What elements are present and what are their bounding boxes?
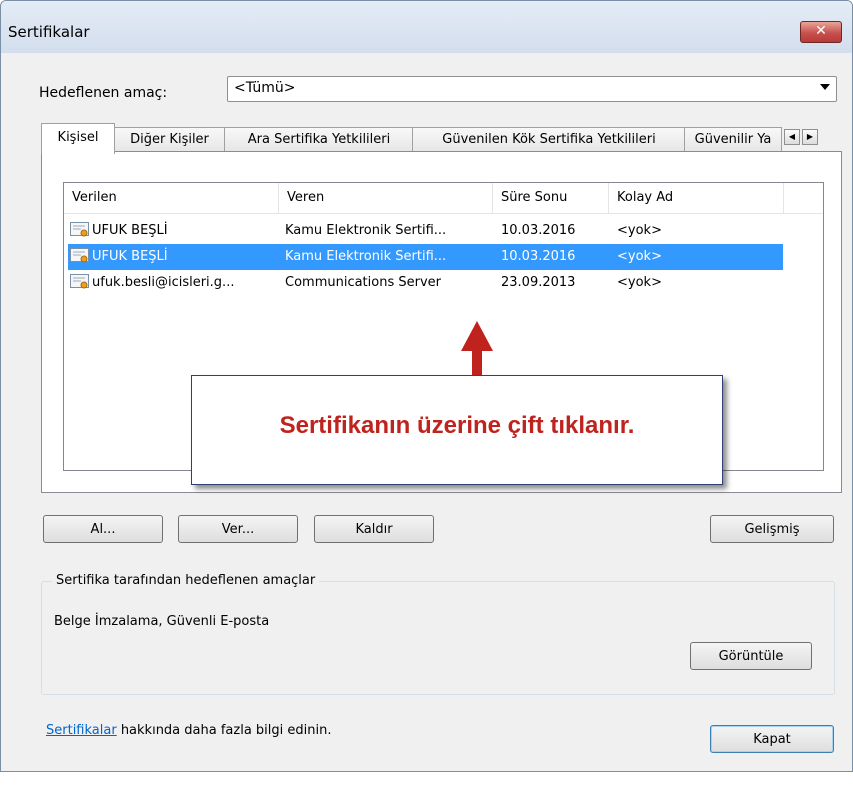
table-row[interactable]: ufuk.besli@icisleri.g... Communications …: [68, 270, 783, 296]
intended-purpose-label: Hedeflenen amaç:: [39, 85, 168, 101]
cell-issued-to: ufuk.besli@icisleri.g...: [92, 275, 235, 290]
intended-purposes-group: Sertifika tarafından hedeflenen amaçlar …: [41, 573, 835, 695]
close-window-button[interactable]: ✕: [800, 21, 842, 43]
cell-issued-to: UFUK BEŞLİ: [92, 223, 168, 238]
callout-text: Sertifikanın üzerine çift tıklanır.: [279, 412, 635, 439]
cell-issued-by: Communications Server: [285, 275, 441, 290]
column-header-issued-by[interactable]: Veren: [279, 183, 493, 213]
import-button[interactable]: Al...: [43, 515, 163, 543]
cell-friendly-name: <yok>: [617, 223, 662, 238]
intended-purpose-select[interactable]: <Tümü>: [227, 76, 837, 102]
dialog-client: Hedeflenen amaç: <Tümü> Kişisel Diğer Ki…: [1, 53, 852, 771]
remove-button[interactable]: Kaldır: [314, 515, 434, 543]
cell-issued-to: UFUK BEŞLİ: [92, 249, 168, 264]
certificates-window: Sertifikalar ✕ Hedeflenen amaç: <Tümü> K…: [0, 0, 853, 772]
tab-trusted-root-cas[interactable]: Güvenilen Kök Sertifika Yetkilileri: [412, 127, 686, 152]
certificate-icon: [70, 222, 89, 237]
table-row-selected[interactable]: UFUK BEŞLİ Kamu Elektronik Sertifi... 10…: [68, 244, 783, 270]
cell-friendly-name: <yok>: [617, 275, 662, 290]
advanced-button[interactable]: Gelişmiş: [710, 515, 834, 543]
list-header: Verilen Veren Süre Sonu Kolay Ad: [64, 183, 823, 214]
tab-personal[interactable]: Kişisel: [41, 123, 115, 154]
table-row[interactable]: UFUK BEŞLİ Kamu Elektronik Sertifi... 10…: [68, 218, 783, 244]
cell-friendly-name: <yok>: [617, 249, 662, 264]
intended-purposes-value: Belge İmzalama, Güvenli E-posta: [54, 614, 270, 629]
column-header-expiration[interactable]: Süre Sonu: [493, 183, 609, 213]
close-button[interactable]: Kapat: [710, 725, 834, 753]
column-header-issued-to[interactable]: Verilen: [64, 183, 279, 213]
arrow-left-icon: ◀: [788, 132, 796, 141]
cell-issued-by: Kamu Elektronik Sertifi...: [285, 249, 447, 264]
close-icon: ✕: [815, 23, 827, 39]
tab-trusted-publishers[interactable]: Güvenilir Ya: [684, 127, 782, 152]
cell-expiration: 10.03.2016: [501, 249, 576, 264]
chevron-down-icon: [820, 84, 830, 90]
title-bar: Sertifikalar ✕: [1, 1, 852, 53]
annotation-callout: Sertifikanın üzerine çift tıklanır.: [191, 375, 723, 485]
tab-scroll-right-button[interactable]: ▶: [802, 129, 818, 145]
tab-intermediate-cas[interactable]: Ara Sertifika Yetkilileri: [224, 127, 414, 152]
certificate-icon: [70, 274, 89, 289]
learn-more-suffix: hakkında daha fazla bilgi edinin.: [116, 723, 332, 738]
learn-more-text: Sertifikalar hakkında daha fazla bilgi e…: [46, 723, 331, 738]
view-button[interactable]: Görüntüle: [690, 642, 812, 670]
arrow-right-icon: ▶: [806, 132, 814, 141]
window-title: Sertifikalar: [8, 23, 90, 41]
cell-issued-by: Kamu Elektronik Sertifi...: [285, 223, 447, 238]
cell-expiration: 10.03.2016: [501, 223, 576, 238]
cell-expiration: 23.09.2013: [501, 275, 576, 290]
export-button[interactable]: Ver...: [178, 515, 298, 543]
certificate-icon: [70, 248, 89, 263]
certificates-help-link[interactable]: Sertifikalar: [46, 723, 117, 738]
column-header-friendly-name[interactable]: Kolay Ad: [609, 183, 784, 213]
intended-purpose-value: <Tümü>: [234, 80, 296, 96]
tab-scroll-left-button[interactable]: ◀: [784, 129, 800, 145]
certificate-store-tabs: Kişisel Diğer Kişiler Ara Sertifika Yetk…: [41, 123, 841, 154]
intended-purposes-label: Sertifika tarafından hedeflenen amaçlar: [52, 573, 320, 588]
tab-other-people[interactable]: Diğer Kişiler: [113, 127, 226, 152]
